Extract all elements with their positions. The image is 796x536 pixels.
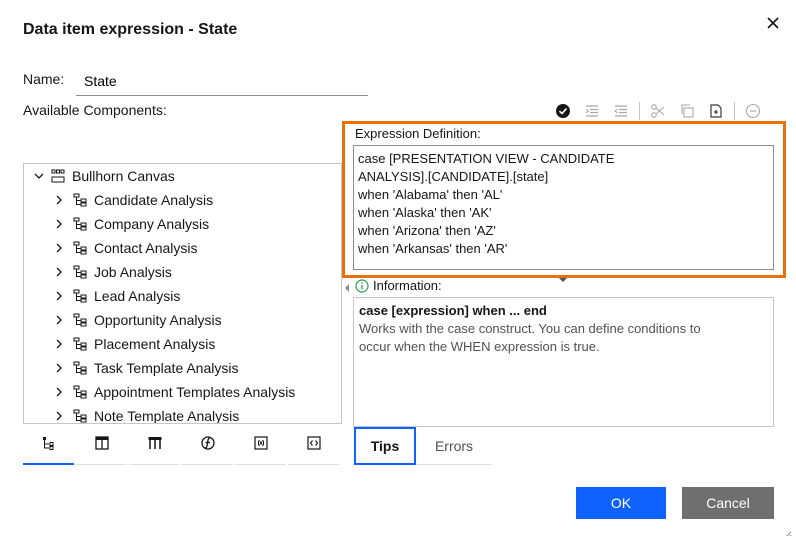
tree-item-label: Note Template Analysis <box>94 408 240 424</box>
expression-line: case [PRESENTATION VIEW - CANDIDATE <box>358 151 615 166</box>
function-icon <box>200 435 216 456</box>
name-label: Name: <box>23 71 65 87</box>
available-components-label: Available Components: <box>23 102 167 118</box>
hierarchy-icon <box>72 384 88 400</box>
expression-editor[interactable]: case [PRESENTATION VIEW - CANDIDATE ANAL… <box>353 145 774 270</box>
macros-tab[interactable] <box>288 427 339 465</box>
remove-icon[interactable] <box>742 101 764 121</box>
tree-item-label: Job Analysis <box>94 264 172 280</box>
queries-tab[interactable] <box>129 427 180 465</box>
validate-check-icon[interactable] <box>552 101 574 121</box>
expression-line: when 'Arkansas' then 'AR' <box>358 241 508 256</box>
expression-line: when 'Arizona' then 'AZ' <box>358 223 496 238</box>
components-tree: Bullhorn Canvas Candidate Analysis Compa… <box>23 163 342 424</box>
ok-button[interactable]: OK <box>576 487 666 519</box>
panel-collapse-icon[interactable] <box>344 279 350 292</box>
info-icon <box>355 278 369 293</box>
chevron-right-icon[interactable] <box>52 241 66 255</box>
tree-item-label: Contact Analysis <box>94 240 198 256</box>
tree-item[interactable]: Job Analysis <box>52 260 172 284</box>
dialog-title: Data item expression - State <box>23 21 238 38</box>
source-tab[interactable] <box>23 427 74 465</box>
hierarchy-icon <box>72 360 88 376</box>
outdent-icon[interactable] <box>610 101 632 121</box>
expression-toolbar <box>552 101 771 121</box>
chevron-right-icon[interactable] <box>52 193 66 207</box>
tree-item[interactable]: Company Analysis <box>52 212 209 236</box>
tree-item-label: Task Template Analysis <box>94 360 239 376</box>
tree-item-label: Lead Analysis <box>94 288 181 304</box>
tree-item-label: Company Analysis <box>94 216 210 232</box>
information-panel: case [expression] when ... end Works wit… <box>353 297 774 427</box>
chevron-right-icon[interactable] <box>52 217 66 231</box>
splitter-handle-icon[interactable] <box>558 270 568 282</box>
copy-icon[interactable] <box>676 101 698 121</box>
information-title: case [expression] when ... end <box>359 303 547 318</box>
tree-item[interactable]: Candidate Analysis <box>52 188 213 212</box>
information-body-line: Works with the case construct. You can d… <box>359 321 701 336</box>
hierarchy-icon <box>72 240 88 256</box>
information-label-row: Information: <box>355 278 442 293</box>
chevron-right-icon[interactable] <box>52 385 66 399</box>
toolbar-separator <box>734 102 735 120</box>
table-column-icon <box>94 435 110 456</box>
tree-item[interactable]: Appointment Templates Analysis <box>52 380 295 404</box>
cancel-button[interactable]: Cancel <box>682 487 774 519</box>
expression-definition-label: Expression Definition: <box>355 126 481 141</box>
tree-item-label: Candidate Analysis <box>94 192 214 208</box>
chevron-right-icon[interactable] <box>52 409 66 423</box>
tree-root-label: Bullhorn Canvas <box>72 168 175 184</box>
expression-line: ANALYSIS].[CANDIDATE].[state] <box>358 169 549 184</box>
tree-root[interactable]: Bullhorn Canvas <box>32 164 175 188</box>
hierarchy-icon <box>72 216 88 232</box>
hierarchy-icon <box>72 192 88 208</box>
chevron-right-icon[interactable] <box>52 361 66 375</box>
tab-errors[interactable]: Errors <box>416 427 492 465</box>
close-icon[interactable] <box>764 14 782 32</box>
hierarchy-icon <box>72 408 88 423</box>
parameter-icon <box>253 435 269 456</box>
hierarchy-icon <box>72 288 88 304</box>
chevron-down-icon[interactable] <box>32 169 46 183</box>
hierarchy-icon <box>72 312 88 328</box>
tree-item-label: Appointment Templates Analysis <box>94 384 296 400</box>
parameters-tab[interactable] <box>235 427 286 465</box>
tree-item-label: Opportunity Analysis <box>94 312 222 328</box>
hierarchy-icon <box>72 336 88 352</box>
tree-item[interactable]: Task Template Analysis <box>52 356 238 380</box>
chevron-right-icon[interactable] <box>52 313 66 327</box>
tree-view-icon <box>41 435 57 456</box>
component-tabs <box>23 427 342 465</box>
toolbar-separator <box>639 102 640 120</box>
tree-item[interactable]: Lead Analysis <box>52 284 180 308</box>
name-input[interactable] <box>76 66 368 96</box>
functions-tab[interactable] <box>182 427 233 465</box>
hierarchy-icon <box>72 264 88 280</box>
information-body-line: occur when the WHEN expression is true. <box>359 339 600 354</box>
resize-grip-icon[interactable] <box>784 526 792 536</box>
tree-item[interactable]: Placement Analysis <box>52 332 215 356</box>
tab-tips[interactable]: Tips <box>354 427 416 465</box>
expression-line: when 'Alaska' then 'AK' <box>358 205 492 220</box>
tree-item[interactable]: Note Template Analysis <box>52 404 240 424</box>
data-items-tab[interactable] <box>76 427 127 465</box>
information-label: Information: <box>373 278 442 293</box>
chevron-right-icon[interactable] <box>52 265 66 279</box>
indent-icon[interactable] <box>581 101 603 121</box>
tree-item-label: Placement Analysis <box>94 336 216 352</box>
tree-item[interactable]: Opportunity Analysis <box>52 308 222 332</box>
cut-icon[interactable] <box>647 101 669 121</box>
query-table-icon <box>147 435 163 456</box>
chevron-right-icon[interactable] <box>52 289 66 303</box>
code-icon <box>306 435 322 456</box>
tree-item[interactable]: Contact Analysis <box>52 236 198 260</box>
chevron-right-icon[interactable] <box>52 337 66 351</box>
paste-icon[interactable] <box>705 101 727 121</box>
package-icon <box>50 168 66 184</box>
expression-line: when 'Alabama' then 'AL' <box>358 187 503 202</box>
